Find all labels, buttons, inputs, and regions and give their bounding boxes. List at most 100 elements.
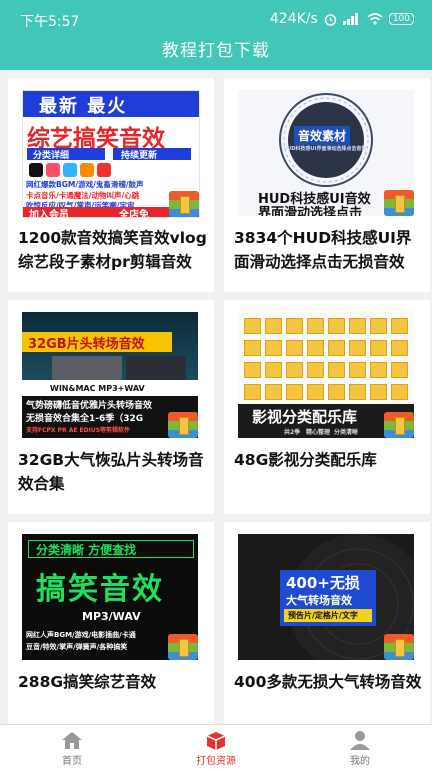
card-title: 1200款音效搞笑音效vlog综艺段子素材pr剪辑音效 [18,229,207,271]
folder-icon [328,340,345,356]
thumb-text: 界面滑动选择点击 [258,206,363,216]
folder-icon [370,340,387,356]
network-speed: 424K/s [269,11,318,27]
thumb-text: 最新 最火 [39,96,128,117]
thumb-text: 网红爆款BGM/游戏/鬼畜滑稽/鼓声 [26,180,144,189]
thumb-text: WIN&MAC MP3+WAV [50,384,145,393]
package-icon [206,732,226,750]
folder-icon [391,340,408,356]
resource-card[interactable]: 分类清晰 方便查找 搞笑音效 MP3/WAV 网红人声BGM/游戏/电影插曲/卡… [8,522,214,724]
battery-icon: 100 [388,13,414,25]
thumb-text: 豆音/特效/掌声/弹簧声/各种搞笑 [26,643,128,651]
folder-icon [244,340,261,356]
folder-icon [349,362,366,378]
folder-icon [391,384,408,400]
page-title: 教程打包下载 [162,41,270,61]
thumb-text: 精心整理 [306,429,331,436]
resource-card[interactable]: 影视分类配乐库 共2季 精心整理 分类清晰 48G影视分类配乐库 [224,300,430,514]
folder-icon [370,362,387,378]
tab-label: 打包资源 [196,756,236,767]
card-title: 48G影视分类配乐库 [234,451,377,469]
card-title: 400多款无损大气转场音效 [234,673,422,691]
thumb-text: 32GB片头转场音效 [28,337,145,352]
thumb-text: 影视分类配乐库 [252,408,358,426]
card-thumbnail: 400+无损 大气转场音效 预告片/定格片/文字 [238,534,414,660]
thumb-text: 音效素材 [294,126,351,145]
folder-icon [265,362,282,378]
tab-label: 首页 [62,756,82,767]
folder-icon [328,318,345,334]
folder-icon [349,318,366,334]
card-thumbnail: 音效素材 HUD科技感UI界面滑动选择点击音效 HUD科技感UI音效 界面滑动选… [238,90,414,216]
resource-card[interactable]: 音效素材 HUD科技感UI界面滑动选择点击音效 HUD科技感UI音效 界面滑动选… [224,78,430,292]
archive-icon [168,412,198,438]
resource-grid: 最新 最火 综艺搞笑音效 分类详细 持续更新 网红爆款BGM/游戏/鬼畜滑稽/鼓… [0,70,432,724]
folder-icon [286,318,303,334]
folder-icon [328,362,345,378]
archive-icon [169,191,199,217]
folder-icon [244,362,261,378]
card-thumbnail: 最新 最火 综艺搞笑音效 分类详细 持续更新 网红爆款BGM/游戏/鬼畜滑稽/鼓… [22,90,200,218]
tab-packages[interactable]: 打包资源 [144,725,288,769]
thumb-text: HUD科技感UI界面滑动选择点击音效 [283,146,367,152]
thumb-text: 共2季 [284,429,301,436]
card-title: 32GB大气恢弘片头转场音效合集 [18,451,204,493]
thumb-text: 400+无损 [286,574,360,592]
tab-home[interactable]: 首页 [0,725,144,769]
resource-card[interactable]: 400+无损 大气转场音效 预告片/定格片/文字 400多款无损大气转场音效 [224,522,430,724]
folder-icon [328,384,345,400]
tab-label: 我的 [350,756,370,767]
folder-icon [244,318,261,334]
folder-icon [265,318,282,334]
card-thumbnail: 32GB片头转场音效 WIN&MAC MP3+WAV 气势磅礴低音优雅片头转场音… [22,312,198,438]
alarm-icon [324,13,337,26]
card-title: 288G搞笑综艺音效 [18,673,157,691]
folder-icon [286,362,303,378]
thumb-text: 分类清晰 方便查找 [36,543,137,557]
folder-icon [370,318,387,334]
folder-icon [286,340,303,356]
folder-icon [265,384,282,400]
bottom-tab-bar: 首页 打包资源 我的 [0,724,432,769]
home-icon [62,732,82,749]
thumb-text: MP3/WAV [82,610,141,623]
folder-icon [349,340,366,356]
thumb-text: 分类清晰 [334,429,359,436]
status-icons: 424K/s 100 [270,11,414,27]
archive-icon [168,634,198,660]
thumb-text: 分类详细 [33,151,70,161]
card-thumbnail: 分类清晰 方便查找 搞笑音效 MP3/WAV 网红人声BGM/游戏/电影插曲/卡… [22,534,198,660]
user-icon [350,731,370,750]
status-time: 下午5:57 [20,14,80,30]
folder-icon [307,340,324,356]
thumb-text: 网红人声BGM/游戏/电影插曲/卡通 [26,631,136,639]
thumb-text: 全店免 [119,210,149,218]
folder-icon [370,384,387,400]
folder-icon [349,384,366,400]
archive-icon [384,190,414,216]
tab-profile[interactable]: 我的 [288,725,432,769]
folder-icon [391,318,408,334]
folder-icon [265,340,282,356]
thumb-text: 气势磅礴低音优雅片头转场音效 [26,401,153,411]
thumb-text: 大气转场音效 [286,594,352,607]
app-icons [29,163,189,177]
signal-icon [342,13,358,25]
folder-grid [244,318,408,402]
thumb-text: 预告片/定格片/文字 [288,611,358,620]
thumb-text: 支持FCPX PR AE EDIUS等剪辑软件 [26,427,131,434]
status-bar: 下午5:57 424K/s 100 [0,0,432,36]
resource-card[interactable]: 最新 最火 综艺搞笑音效 分类详细 持续更新 网红爆款BGM/游戏/鬼畜滑稽/鼓… [8,78,214,292]
card-thumbnail: 影视分类配乐库 共2季 精心整理 分类清晰 [238,312,414,438]
folder-icon [307,384,324,400]
thumb-text: 持续更新 [121,151,158,161]
folder-icon [307,318,324,334]
folder-icon [307,362,324,378]
folder-icon [391,362,408,378]
folder-icon [286,384,303,400]
archive-icon [384,412,414,438]
thumb-text: 加入会员 [29,210,69,218]
resource-card[interactable]: 32GB片头转场音效 WIN&MAC MP3+WAV 气势磅礴低音优雅片头转场音… [8,300,214,514]
thumb-text: 无损音效合集全1-6季（32G [26,414,144,424]
card-title: 3834个HUD科技感UI界面滑动选择点击无损音效 [234,229,412,271]
